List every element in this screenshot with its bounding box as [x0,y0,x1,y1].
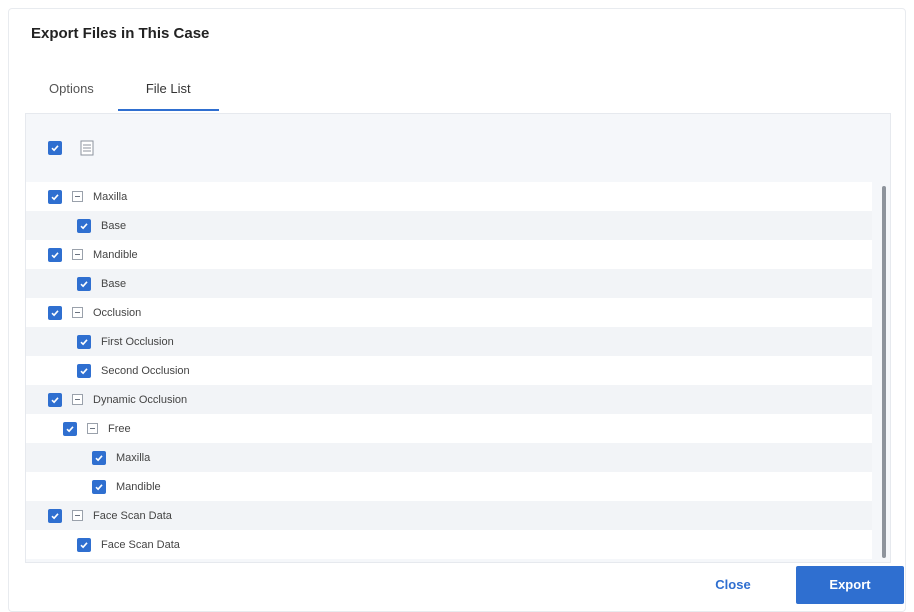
tree-item-label: Maxilla [116,451,151,464]
checkmark-icon [51,512,59,519]
tree-item-label: Dynamic Occlusion [93,393,188,406]
tree-row[interactable]: Mandible [26,472,872,501]
tree-row[interactable]: Second Occlusion [26,356,872,385]
checkmark-icon [80,338,88,345]
scrollbar[interactable] [882,186,886,558]
tree-row[interactable]: Free [26,414,872,443]
checkmark-icon [51,396,59,403]
tree-row[interactable]: Occlusion [26,298,872,327]
tree-item-checkbox[interactable] [48,508,62,523]
tree-row[interactable]: Dynamic Occlusion [26,385,872,414]
tree-item-label: Free [108,422,131,435]
export-dialog: Export Files in This Case Options File L… [8,8,906,612]
tree-item-label: Base [101,219,127,232]
tree-item-label: Mandible [116,480,161,493]
tree-item-checkbox[interactable] [77,276,91,291]
list-view-icon[interactable] [80,140,94,156]
tree-row[interactable]: Face Scan Data [26,501,872,530]
tree-row[interactable]: Face Scan Data [26,530,872,559]
tree-item-label: Second Occlusion [101,364,190,377]
tree-item-checkbox[interactable] [48,305,62,320]
tree-item-label: Maxilla [93,190,128,203]
tree-item-checkbox[interactable] [77,218,91,233]
tree-row[interactable]: Base [26,269,872,298]
tree-item-checkbox[interactable] [48,189,62,204]
checkmark-icon [80,367,88,374]
checkmark-icon [51,251,59,258]
collapse-icon[interactable] [72,510,83,521]
export-button[interactable]: Export [796,566,904,604]
checkmark-icon [51,309,59,316]
tree-item-label: Base [101,277,127,290]
tree-item-checkbox[interactable] [63,421,77,436]
tab-options[interactable]: Options [31,81,118,111]
collapse-icon[interactable] [72,394,83,405]
collapse-icon[interactable] [87,423,98,434]
checkmark-icon [80,222,88,229]
tree-row[interactable]: Base [26,211,872,240]
tree-item-checkbox[interactable] [48,247,62,262]
tree-item-checkbox[interactable] [77,363,91,378]
checkmark-icon [80,280,88,287]
tree-item-label: First Occlusion [101,335,174,348]
collapse-icon[interactable] [72,249,83,260]
tree-item-checkbox[interactable] [77,537,91,552]
collapse-icon[interactable] [72,307,83,318]
tree-row[interactable]: Maxilla [26,182,872,211]
dialog-title: Export Files in This Case [31,25,210,42]
list-toolbar [48,140,94,156]
checkmark-icon [95,454,103,461]
tree-row[interactable]: First Occlusion [26,327,872,356]
file-list-panel: Maxilla Base Mandible Base Occlusion First Oc… [25,113,891,563]
close-button[interactable]: Close [697,567,769,603]
checkmark-icon [80,541,88,548]
tree-item-checkbox[interactable] [77,334,91,349]
checkmark-icon [95,483,103,490]
tree-item-label: Face Scan Data [93,509,172,522]
collapse-icon[interactable] [72,191,83,202]
tree-item-checkbox[interactable] [92,450,106,465]
tree-item-checkbox[interactable] [48,392,62,407]
tree-item-label: Face Scan Data [101,538,180,551]
checkmark-icon [51,145,59,152]
checkmark-icon [66,425,74,432]
tree-item-label: Occlusion [93,306,142,319]
file-tree: Maxilla Base Mandible Base Occlusion First Oc… [26,182,872,562]
tab-bar: Options File List [31,81,219,113]
tab-file-list[interactable]: File List [117,81,219,111]
tree-row[interactable]: Maxilla [26,443,872,472]
select-all-checkbox[interactable] [48,141,62,155]
checkmark-icon [51,193,59,200]
tree-item-label: Mandible [93,248,138,261]
tree-item-checkbox[interactable] [92,479,106,494]
tree-row[interactable]: Mandible [26,240,872,269]
